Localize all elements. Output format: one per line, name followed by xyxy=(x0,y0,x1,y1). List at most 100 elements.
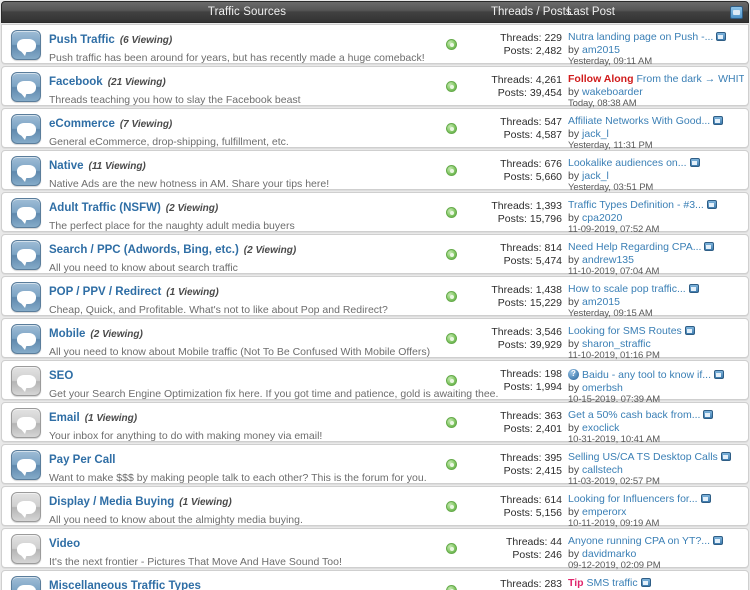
forum-title-link[interactable]: Pay Per Call xyxy=(49,453,115,467)
go-to-last-post-icon[interactable] xyxy=(706,200,717,209)
forum-title-link[interactable]: Video xyxy=(49,537,80,551)
last-post-info: Looking for Influencers for... by emperor… xyxy=(568,493,744,531)
last-post-info: Looking for SMS Routes by sharon_straffic… xyxy=(568,325,744,363)
go-to-last-post-icon[interactable] xyxy=(716,32,727,41)
viewing-count: (1 Viewing) xyxy=(166,287,219,298)
go-to-last-post-icon[interactable] xyxy=(713,536,724,545)
go-to-last-post-icon[interactable] xyxy=(684,326,695,335)
forum-title-link[interactable]: Mobile xyxy=(49,327,85,341)
forum-speech-bubble-icon[interactable] xyxy=(11,534,41,564)
last-post-author-link[interactable]: am2015 xyxy=(582,44,620,56)
forum-title-link[interactable]: Email xyxy=(49,411,80,425)
forum-speech-bubble-icon[interactable] xyxy=(11,366,41,396)
forum-title-link[interactable]: SEO xyxy=(49,369,73,383)
forum-title-link[interactable]: eCommerce xyxy=(49,117,115,131)
forum-row[interactable]: Pay Per Call Want to make $$$ by making p… xyxy=(1,444,749,487)
forum-row[interactable]: Email (1 Viewing) Your inbox for anything … xyxy=(1,402,749,445)
forum-description: It's the next frontier - Pictures That M… xyxy=(49,556,342,568)
forum-speech-bubble-icon[interactable] xyxy=(11,72,41,102)
last-post-author-link[interactable]: andrew135 xyxy=(582,254,634,266)
forum-row[interactable]: Miscellaneous Traffic TypesDoesn't quite… xyxy=(1,570,749,590)
forum-speech-bubble-icon[interactable] xyxy=(11,114,41,144)
thread-post-counts: Threads: 395 Posts: 2,415 xyxy=(462,452,562,478)
forum-speech-bubble-icon[interactable] xyxy=(11,324,41,354)
thread-post-counts: Threads: 1,438 Posts: 15,229 xyxy=(462,284,562,310)
last-post-title-link[interactable]: Lookalike audiences on... xyxy=(568,157,687,169)
last-post-author-link[interactable]: callstech xyxy=(582,464,623,476)
last-post-author-link[interactable]: emperorx xyxy=(582,506,626,518)
go-to-last-post-icon[interactable] xyxy=(704,242,715,251)
last-post-author-link[interactable]: wakeboarder xyxy=(582,86,643,98)
forum-row[interactable]: Display / Media Buying (1 Viewing) All you… xyxy=(1,486,749,529)
last-post-author-link[interactable]: omerbsh xyxy=(582,382,623,394)
forum-row[interactable]: Mobile (2 Viewing) All you need to know ab… xyxy=(1,318,749,361)
forum-speech-bubble-icon[interactable] xyxy=(11,30,41,60)
forum-title-link[interactable]: Miscellaneous Traffic Types xyxy=(49,579,201,590)
go-to-last-post-icon[interactable] xyxy=(640,578,651,587)
forum-row[interactable]: SEO Get your Search Engine Optimization f… xyxy=(1,360,749,405)
forum-title-link[interactable]: Native xyxy=(49,159,84,173)
threads-count: Threads: 3,546 xyxy=(491,326,562,338)
forum-speech-bubble-icon[interactable] xyxy=(11,492,41,522)
last-post-author-link[interactable]: jack_l xyxy=(582,170,609,182)
go-to-last-post-icon[interactable] xyxy=(703,410,714,419)
forum-speech-bubble-icon[interactable] xyxy=(11,156,41,186)
forum-row[interactable]: Push Traffic (6 Viewing) Push traffic has … xyxy=(1,24,749,67)
forum-row[interactable]: Native (11 Viewing) Native Ads are the new… xyxy=(1,150,749,193)
forum-speech-bubble-icon[interactable] xyxy=(11,576,41,590)
forum-title-link[interactable]: Display / Media Buying xyxy=(49,495,174,509)
forum-title-link[interactable]: Search / PPC (Adwords, Bing, etc.) xyxy=(49,243,239,257)
forum-row[interactable]: Search / PPC (Adwords, Bing, etc.) (2 Vie… xyxy=(1,234,749,277)
last-post-title-link[interactable]: Looking for SMS Routes xyxy=(568,325,682,337)
go-to-last-post-icon[interactable] xyxy=(688,284,699,293)
last-post-title-link[interactable]: From the dark → WHITE side.... xyxy=(636,73,744,85)
last-post-author-link[interactable]: exoclick xyxy=(582,422,619,434)
last-post-author-link[interactable]: jack_l xyxy=(582,128,609,140)
last-post-author-link[interactable]: davidmarko xyxy=(582,548,636,560)
forum-row[interactable]: Facebook (21 Viewing) Threads teaching you… xyxy=(1,66,749,109)
forum-row[interactable]: eCommerce (7 Viewing) General eCommerce, d… xyxy=(1,108,749,151)
last-post-title-link[interactable]: Selling US/CA TS Desktop Calls xyxy=(568,451,718,463)
forum-row[interactable]: Adult Traffic (NSFW) (2 Viewing) The perfe… xyxy=(1,192,749,235)
posts-count: Posts: 15,229 xyxy=(497,297,562,309)
forum-row[interactable]: POP / PPV / Redirect (1 Viewing) Cheap, Qu… xyxy=(1,276,749,319)
forum-speech-bubble-icon[interactable] xyxy=(11,282,41,312)
speech-bubble-shape xyxy=(17,543,36,560)
last-post-title-link[interactable]: Get a 50% cash back from... xyxy=(568,409,700,421)
forum-speech-bubble-icon[interactable] xyxy=(11,240,41,270)
forum-status-icon xyxy=(446,501,457,512)
last-post-author-link[interactable]: am2015 xyxy=(582,296,620,308)
last-post-title-link[interactable]: Looking for Influencers for... xyxy=(568,493,698,505)
last-post-title-line: Need Help Regarding CPA... xyxy=(568,241,744,254)
go-to-last-post-icon[interactable] xyxy=(700,494,711,503)
last-post-title-link[interactable]: How to scale pop traffic... xyxy=(568,283,686,295)
last-post-title-link[interactable]: SMS traffic xyxy=(586,577,637,589)
speech-bubble-shape xyxy=(17,207,36,224)
forum-title-link[interactable]: Push Traffic xyxy=(49,33,115,47)
last-post-title-line: Get a 50% cash back from... xyxy=(568,409,744,422)
last-post-author-link[interactable]: sharon_straffic xyxy=(582,338,651,350)
go-to-last-post-icon[interactable] xyxy=(689,158,700,167)
category-title: Traffic Sources xyxy=(207,6,287,18)
forum-title-link[interactable]: Adult Traffic (NSFW) xyxy=(49,201,161,215)
last-post-title-link[interactable]: Baidu - any tool to know if... xyxy=(582,369,711,381)
last-post-title-line: Traffic Types Definition - #3... xyxy=(568,199,744,212)
forum-speech-bubble-icon[interactable] xyxy=(11,408,41,438)
threads-count: Threads: 198 xyxy=(500,368,562,380)
forum-row[interactable]: Video It's the next frontier - Pictures T… xyxy=(1,528,749,571)
forum-speech-bubble-icon[interactable] xyxy=(11,450,41,480)
last-post-title-link[interactable]: Traffic Types Definition - #3... xyxy=(568,199,704,211)
last-post-title-link[interactable]: Anyone running CPA on YT?... xyxy=(568,535,710,547)
go-to-last-post-icon[interactable] xyxy=(720,452,731,461)
collapse-category-icon[interactable] xyxy=(730,6,743,19)
last-post-title-link[interactable]: Nutra landing page on Push -... xyxy=(568,31,713,43)
forum-speech-bubble-icon[interactable] xyxy=(11,198,41,228)
forum-title-link[interactable]: Facebook xyxy=(49,75,103,89)
last-post-title-link[interactable]: Need Help Regarding CPA... xyxy=(568,241,701,253)
forum-title-link[interactable]: POP / PPV / Redirect xyxy=(49,285,161,299)
go-to-last-post-icon[interactable] xyxy=(713,370,724,379)
last-post-author-link[interactable]: cpa2020 xyxy=(582,212,622,224)
go-to-last-post-icon[interactable] xyxy=(713,116,724,125)
column-header-last-post: Last Post xyxy=(567,6,615,18)
last-post-title-link[interactable]: Affiliate Networks With Good... xyxy=(568,115,710,127)
